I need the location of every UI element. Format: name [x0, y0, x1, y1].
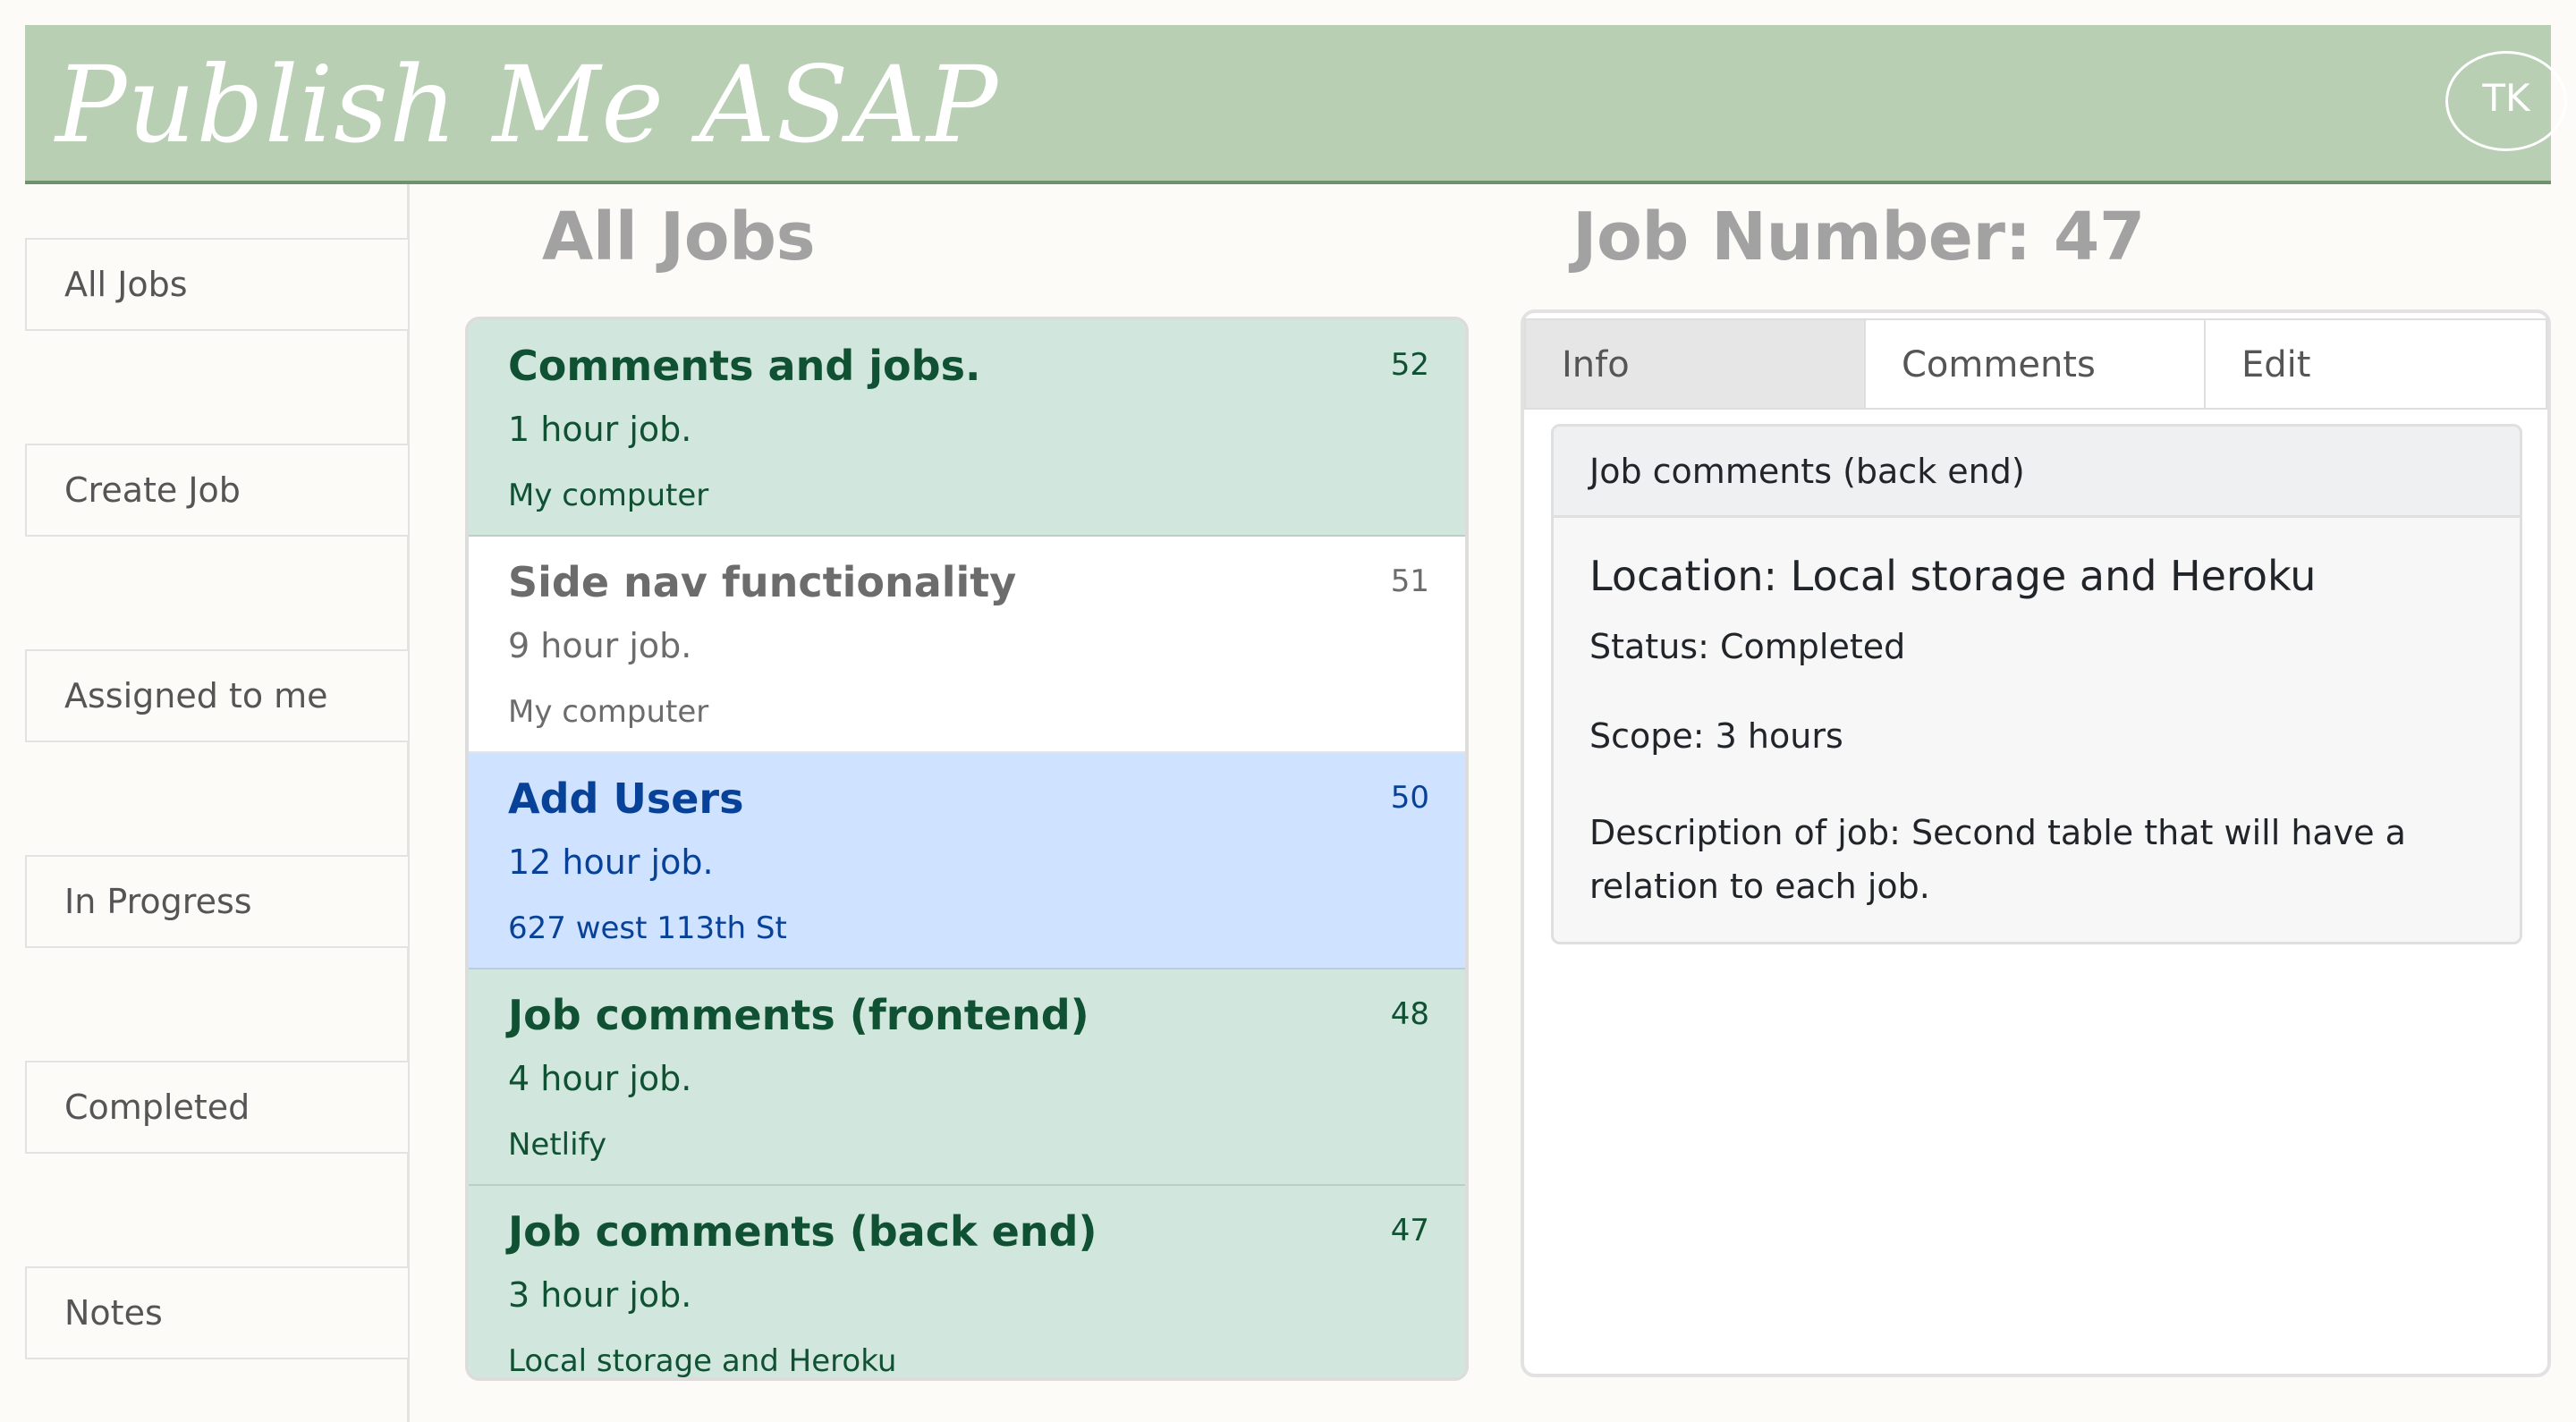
app-brand-title[interactable]: Publish Me ASAP — [55, 43, 998, 166]
job-description: Description of job: Second table that wi… — [1589, 813, 2406, 906]
job-location-line: Location: Local storage and Heroku — [1589, 552, 2317, 600]
sidebar-item-all-jobs[interactable]: All Jobs — [25, 238, 410, 331]
tab-label: Edit — [2241, 344, 2311, 385]
job-number: 52 — [1390, 347, 1429, 383]
tab-label: Comments — [1902, 344, 2096, 385]
sidebar: All Jobs Create Job Assigned to me In Pr… — [25, 184, 410, 1422]
sidebar-item-label: Notes — [64, 1293, 163, 1333]
sidebar-item-in-progress[interactable]: In Progress — [25, 855, 410, 948]
job-detail-title: Job Number: 47 — [1572, 199, 2145, 275]
job-location: My computer — [508, 478, 709, 513]
job-number: 51 — [1390, 563, 1429, 599]
sidebar-item-label: Assigned to me — [64, 676, 328, 715]
job-location: Local storage and Heroku — [508, 1343, 897, 1379]
sidebar-item-label: In Progress — [64, 882, 252, 921]
jobs-column-title: All Jobs — [542, 199, 816, 275]
job-title: Side nav functionality — [508, 558, 1017, 606]
tab-comments[interactable]: Comments — [1864, 318, 2206, 410]
job-location: My computer — [508, 694, 709, 730]
user-avatar[interactable]: TK — [2445, 51, 2567, 151]
sidebar-item-completed[interactable]: Completed — [25, 1061, 410, 1154]
job-scope-line: Scope: 3 hours — [1589, 716, 1843, 756]
job-hours: 4 hour job. — [508, 1059, 692, 1098]
job-number: 47 — [1390, 1213, 1429, 1248]
tab-info[interactable]: Info — [1524, 318, 1866, 410]
job-info-card: Job comments (back end) Location: Local … — [1551, 424, 2522, 944]
job-list-item[interactable]: Job comments (back end) 47 3 hour job. L… — [469, 1186, 1465, 1379]
job-hours: 3 hour job. — [508, 1275, 692, 1315]
job-list-item[interactable]: Job comments (frontend) 48 4 hour job. N… — [469, 969, 1465, 1186]
app-header: Publish Me ASAP TK — [25, 25, 2567, 184]
job-status-line: Status: Completed — [1589, 627, 1906, 666]
sidebar-item-notes[interactable]: Notes — [25, 1266, 410, 1359]
card-header: Job comments (back end) — [1554, 427, 2520, 518]
job-title: Comments and jobs. — [508, 342, 981, 390]
tab-label: Info — [1562, 344, 1630, 385]
job-hours: 12 hour job. — [508, 842, 714, 882]
job-title: Job comments (frontend) — [508, 991, 1089, 1039]
job-location: 627 west 113th St — [508, 910, 787, 946]
sidebar-item-label: Completed — [64, 1088, 250, 1127]
job-hours: 9 hour job. — [508, 626, 692, 665]
job-list-item[interactable]: Side nav functionality 51 9 hour job. My… — [469, 537, 1465, 753]
sidebar-item-assigned-to-me[interactable]: Assigned to me — [25, 649, 410, 742]
job-title: Add Users — [508, 774, 744, 823]
job-list: Comments and jobs. 52 1 hour job. My com… — [465, 317, 1469, 1381]
tab-edit[interactable]: Edit — [2204, 318, 2547, 410]
sidebar-item-label: Create Job — [64, 470, 241, 510]
job-list-item[interactable]: Add Users 50 12 hour job. 627 west 113th… — [469, 753, 1465, 969]
job-number: 48 — [1390, 996, 1429, 1032]
job-hours: 1 hour job. — [508, 410, 692, 449]
job-title: Job comments (back end) — [508, 1207, 1097, 1256]
job-list-item[interactable]: Comments and jobs. 52 1 hour job. My com… — [469, 320, 1465, 537]
sidebar-item-create-job[interactable]: Create Job — [25, 444, 410, 537]
job-detail-panel: Info Comments Edit Job comments (back en… — [1521, 309, 2551, 1377]
job-location: Netlify — [508, 1127, 607, 1163]
sidebar-item-label: All Jobs — [64, 265, 188, 304]
job-number: 50 — [1390, 780, 1429, 816]
